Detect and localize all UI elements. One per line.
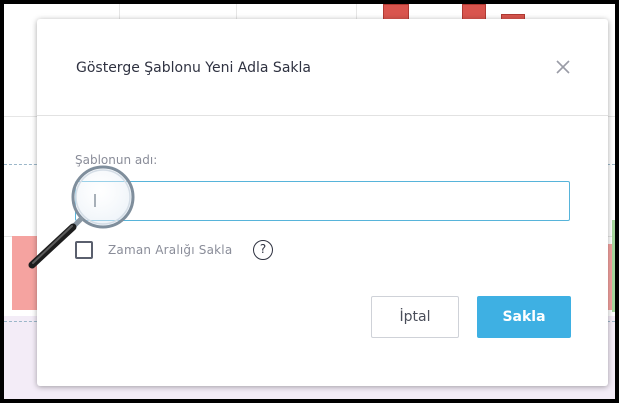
template-name-label: Şablonun adı: <box>75 153 158 167</box>
save-interval-checkbox[interactable] <box>75 241 93 259</box>
save-interval-label[interactable]: Zaman Aralığı Sakla <box>108 243 232 257</box>
volume-bar <box>612 220 615 312</box>
candle <box>383 4 409 20</box>
help-icon[interactable]: ? <box>253 240 273 260</box>
save-template-dialog: Gösterge Şablonu Yeni Adla Sakla Şablonu… <box>37 19 608 386</box>
save-button[interactable]: Sakla <box>477 296 571 338</box>
screenshot-frame: Gösterge Şablonu Yeni Adla Sakla Şablonu… <box>0 0 619 403</box>
close-icon[interactable] <box>553 57 573 77</box>
dialog-title: Gösterge Şablonu Yeni Adla Sakla <box>76 60 311 76</box>
template-name-input[interactable] <box>75 181 570 221</box>
dialog-header: Gösterge Şablonu Yeni Adla Sakla <box>37 19 608 116</box>
cancel-button[interactable]: İptal <box>371 296 459 338</box>
